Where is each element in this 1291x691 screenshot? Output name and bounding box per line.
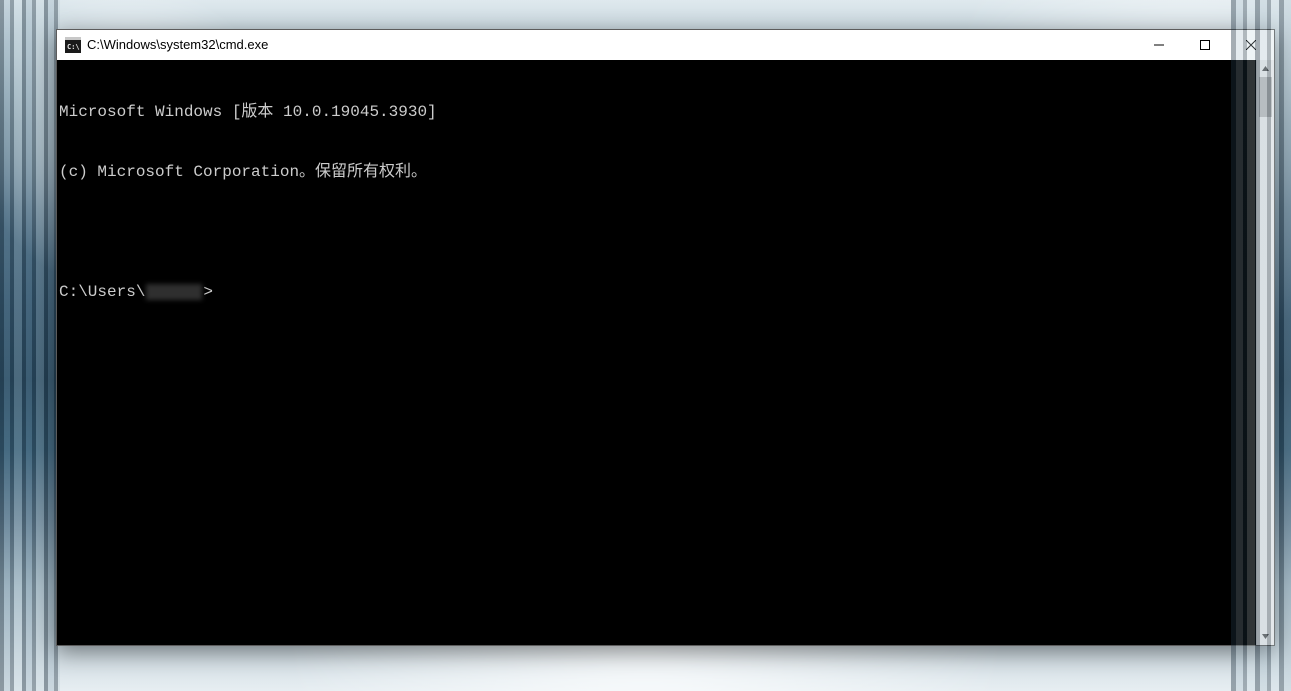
console-prompt[interactable]: C:\Users\ > [59,282,1256,302]
cmd-window: C:\ C:\Windows\system32\cmd.exe Microsof… [56,29,1275,646]
titlebar[interactable]: C:\ C:\Windows\system32\cmd.exe [57,30,1274,60]
desktop-wallpaper: C:\ C:\Windows\system32\cmd.exe Microsof… [0,0,1291,691]
window-controls [1136,30,1274,60]
vertical-scrollbar[interactable] [1256,60,1274,645]
console-line: (c) Microsoft Corporation。保留所有权利。 [59,162,1256,182]
scrollbar-thumb[interactable] [1259,77,1272,117]
close-button[interactable] [1228,30,1274,60]
scroll-down-button[interactable] [1257,628,1274,645]
window-title: C:\Windows\system32\cmd.exe [87,30,1136,60]
svg-text:C:\: C:\ [67,43,80,51]
console-blank-line [59,222,1256,242]
cmd-icon: C:\ [65,37,81,53]
redacted-username [146,284,202,300]
scrollbar-track[interactable] [1257,77,1274,628]
prompt-prefix: C:\Users\ [59,282,145,302]
scroll-up-button[interactable] [1257,60,1274,77]
client-area: Microsoft Windows [版本 10.0.19045.3930] (… [57,60,1274,645]
prompt-suffix: > [203,282,213,302]
console-line: Microsoft Windows [版本 10.0.19045.3930] [59,102,1256,122]
maximize-button[interactable] [1182,30,1228,60]
console-output[interactable]: Microsoft Windows [版本 10.0.19045.3930] (… [57,60,1256,645]
minimize-button[interactable] [1136,30,1182,60]
